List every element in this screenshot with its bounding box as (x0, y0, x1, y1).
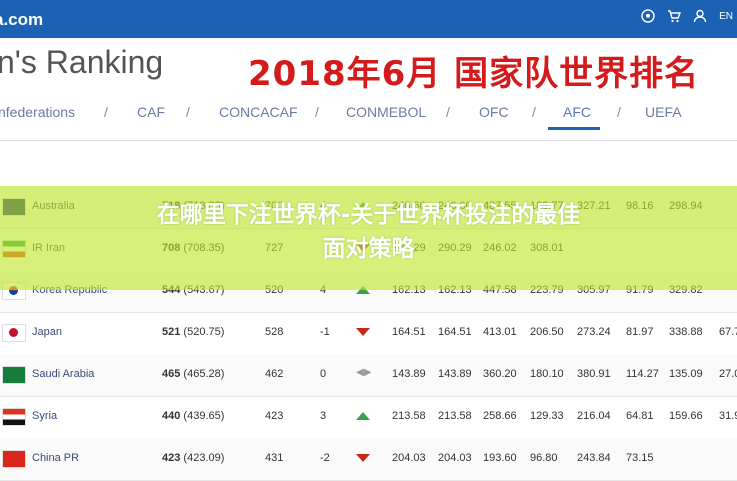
stat-c8: 27.0 (719, 368, 737, 380)
rank-movement: -1 (320, 326, 330, 338)
arrow-down-icon (356, 328, 370, 336)
rank-movement: -2 (320, 452, 330, 464)
tab-separator: / (104, 104, 108, 120)
tab-separator: / (186, 104, 190, 120)
user-icon[interactable] (693, 9, 707, 23)
tab-separator: / (315, 104, 319, 120)
stat-c8: 31.9 (719, 410, 737, 422)
stat-c6: 64.81 (626, 410, 654, 422)
stat-c6: 114.27 (626, 368, 659, 380)
table-row[interactable]: Japan 521 (520.75) 528 -1 164.51 164.51 413.01… (0, 312, 737, 355)
flag-icon (2, 408, 26, 426)
points-rounded: 521 (162, 326, 181, 338)
stat-c4: 96.80 (530, 452, 558, 464)
promo-banner-text: 在哪里下注世界杯-关于世界杯投注的最佳 面对策略 (0, 198, 737, 266)
points-exact: (423.09) (183, 452, 225, 464)
stat-c1: 143.89 (392, 368, 426, 380)
points-rounded: 423 (162, 452, 181, 464)
stat-c4: 180.10 (530, 368, 564, 380)
banner-line-2: 面对策略 (322, 236, 415, 262)
divider (0, 140, 737, 141)
flag-icon (2, 324, 26, 342)
active-tab-indicator (548, 127, 600, 130)
no-change-icon: ◀▶ (356, 367, 372, 378)
tab-ofc[interactable]: OFC (479, 104, 509, 120)
stat-c4: 206.50 (530, 326, 564, 338)
stat-c1: 204.03 (392, 452, 426, 464)
stat-c3: 413.01 (483, 326, 517, 338)
table-row[interactable]: China PR 423 (423.09) 431 -2 204.03 204.03 193… (0, 438, 737, 481)
previous-points: 528 (265, 326, 284, 338)
previous-points: 431 (265, 452, 284, 464)
tab-separator: / (617, 104, 621, 120)
stat-c1: 213.58 (392, 410, 426, 422)
stat-c7: 159.66 (669, 410, 703, 422)
rank-movement: 3 (320, 410, 327, 422)
stat-c2: 143.89 (438, 368, 472, 380)
flag-icon (2, 366, 26, 384)
stat-c7: 135.09 (669, 368, 703, 380)
stat-c7: 338.88 (669, 326, 703, 338)
rank-movement: 0 (320, 368, 327, 380)
banner-line-1: 在哪里下注世界杯-关于世界杯投注的最佳 (156, 202, 581, 228)
stat-c3: 360.20 (483, 368, 517, 380)
team-name[interactable]: Japan (32, 326, 62, 338)
flag-icon (2, 450, 26, 468)
page-title: n's Ranking (0, 44, 164, 80)
team-name[interactable]: Saudi Arabia (32, 368, 94, 380)
team-name[interactable]: Syria (32, 410, 57, 422)
points-exact: (465.28) (183, 368, 225, 380)
total-points: 440 (439.65) (162, 410, 224, 422)
tab-afc[interactable]: AFC (563, 104, 591, 120)
tab-separator: / (446, 104, 450, 120)
stat-c3: 193.60 (483, 452, 517, 464)
site-logo[interactable]: a.com (0, 10, 43, 30)
total-points: 423 (423.09) (162, 452, 224, 464)
flag-dot (9, 328, 18, 337)
tab-uefa[interactable]: UEFA (645, 104, 682, 120)
stat-c5: 273.24 (577, 326, 611, 338)
tab-caf[interactable]: CAF (137, 104, 165, 120)
stat-c2: 204.03 (438, 452, 472, 464)
tab-confederations[interactable]: nfederations (0, 104, 75, 120)
tab-separator: / (532, 104, 536, 120)
overlay-title: 2018年6月 国家队世界排名 (248, 54, 700, 94)
stat-c2: 164.51 (438, 326, 472, 338)
tab-concacaf[interactable]: CONCACAF (219, 104, 298, 120)
soccer-ball-icon[interactable] (641, 9, 655, 23)
table-row[interactable]: Syria 440 (439.65) 423 3 213.58 213.58 258.66 1… (0, 396, 737, 439)
top-icons: EN (641, 9, 733, 23)
language-selector[interactable]: EN (719, 11, 733, 22)
stat-c6: 81.97 (626, 326, 654, 338)
total-points: 465 (465.28) (162, 368, 224, 380)
stat-c3: 258.66 (483, 410, 517, 422)
tab-conmebol[interactable]: CONMEBOL (346, 104, 426, 120)
points-exact: (439.65) (183, 410, 225, 422)
points-exact: (520.75) (183, 326, 225, 338)
stat-c8: 67.7 (719, 326, 737, 338)
top-navbar: a.com EN (0, 0, 737, 38)
confederation-tabs: nfederations / CAF / CONCACAF / CONMEBOL… (0, 104, 737, 130)
stat-c2: 213.58 (438, 410, 472, 422)
arrow-down-icon (356, 454, 370, 462)
stat-c4: 129.33 (530, 410, 564, 422)
points-rounded: 465 (162, 368, 181, 380)
stat-c5: 216.04 (577, 410, 611, 422)
table-row[interactable]: Saudi Arabia 465 (465.28) 462 0 ◀▶ 143.89 143.… (0, 354, 737, 397)
previous-points: 462 (265, 368, 284, 380)
stat-c5: 243.84 (577, 452, 611, 464)
previous-points: 423 (265, 410, 284, 422)
total-points: 521 (520.75) (162, 326, 224, 338)
table-header (0, 148, 737, 178)
stat-c1: 164.51 (392, 326, 426, 338)
points-rounded: 440 (162, 410, 181, 422)
team-name[interactable]: China PR (32, 452, 79, 464)
cart-icon[interactable] (667, 9, 682, 23)
stat-c6: 73.15 (626, 452, 654, 464)
arrow-up-icon (356, 412, 370, 420)
stat-c5: 380.91 (577, 368, 611, 380)
